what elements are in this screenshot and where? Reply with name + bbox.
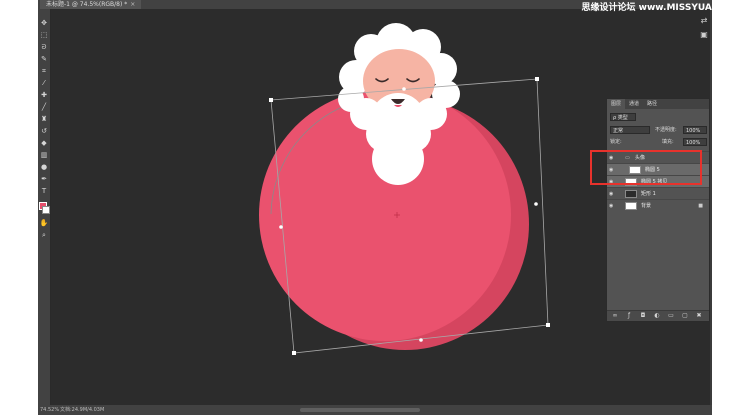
transform-handle-bottom-left[interactable] <box>292 351 296 355</box>
crop-icon[interactable]: ⌗ <box>39 67 49 76</box>
add-mask-icon[interactable]: ◘ <box>639 312 647 320</box>
transform-handle-top[interactable] <box>402 87 406 91</box>
blend-mode-select[interactable]: 正常 <box>610 126 650 134</box>
layer-filter-select[interactable]: ρ 类型 <box>610 113 636 121</box>
lock-label: 锁定: <box>610 139 622 145</box>
transform-handle-top-right[interactable] <box>535 77 539 81</box>
fill-label: 填充: <box>662 139 674 145</box>
document-tab[interactable]: 未标题-1 @ 74.5%(RGB/8) * × <box>40 0 142 9</box>
status-bar: 74.52% 文档:24.9M/4.03M <box>38 405 712 415</box>
transform-handle-bottom-right[interactable] <box>546 323 550 327</box>
opacity-label: 不透明度: <box>655 127 677 133</box>
fill-field[interactable]: 100% <box>683 138 707 146</box>
lock-fill-row: 锁定: 填充: 100% <box>607 137 709 147</box>
quick-select-icon[interactable]: ✎ <box>39 55 49 64</box>
text-icon[interactable]: T <box>39 187 49 196</box>
move-icon[interactable]: ✥ <box>39 19 49 28</box>
transform-handle-right[interactable] <box>534 202 538 206</box>
blur-icon[interactable]: ● <box>39 163 49 172</box>
fx-icon[interactable]: ƒ <box>625 312 633 320</box>
layer-thumbnail <box>625 190 637 198</box>
layers-panel-footer: ∞ ƒ ◘ ◐ ▭ ▢ ✖ <box>607 310 709 321</box>
eyedropper-icon[interactable]: ⁄ <box>39 79 49 88</box>
document-info[interactable]: 文档:24.9M/4.03M <box>60 405 104 415</box>
transform-handle-left[interactable] <box>279 225 283 229</box>
transform-handle-top-left[interactable] <box>269 98 273 102</box>
adjustment-layer-icon[interactable]: ◐ <box>653 312 661 320</box>
healing-brush-icon[interactable]: ✚ <box>39 91 49 100</box>
lasso-icon[interactable]: ᘐ <box>39 43 49 52</box>
watermark-text: 思缘设计论坛 www.MISSYUAN.COM <box>581 3 746 13</box>
layers-panel: 图层 通道 路径 ρ 类型 正常 不透明度: 100% 锁定: 填充: 100%… <box>606 98 710 322</box>
brush-icon[interactable]: ╱ <box>39 103 49 112</box>
layer-row-background[interactable]: ◉ 背景 ■ <box>607 199 709 212</box>
eraser-icon[interactable]: ◆ <box>39 139 49 148</box>
layer-name: 背景 <box>641 203 652 209</box>
properties-icon[interactable]: ▣ <box>699 30 709 40</box>
link-layers-icon[interactable]: ∞ <box>611 312 619 320</box>
background-color-swatch[interactable] <box>42 206 50 214</box>
panel-icon-strip: ⇄ ▣ <box>699 16 709 76</box>
gradient-icon[interactable]: ▥ <box>39 151 49 160</box>
layer-thumbnail <box>625 202 637 210</box>
opacity-field[interactable]: 100% <box>683 126 707 134</box>
document-tab-title: 未标题-1 @ 74.5%(RGB/8) * <box>46 1 128 8</box>
horizontal-scrollbar[interactable] <box>300 408 420 412</box>
expand-panels-icon[interactable]: ⇄ <box>699 16 709 26</box>
eye-icon[interactable]: ◉ <box>609 200 615 212</box>
layer-highlight-box <box>590 150 702 185</box>
history-brush-icon[interactable]: ↺ <box>39 127 49 136</box>
new-group-icon[interactable]: ▭ <box>667 312 675 320</box>
new-layer-icon[interactable]: ▢ <box>681 312 689 320</box>
transform-handle-bottom[interactable] <box>419 338 423 342</box>
zoom-icon[interactable]: ⌕ <box>39 231 49 240</box>
vertical-scrollbar[interactable] <box>710 9 712 405</box>
hand-icon[interactable]: ✋ <box>39 219 49 228</box>
clone-stamp-icon[interactable]: ♜ <box>39 115 49 124</box>
close-icon[interactable]: × <box>130 1 135 8</box>
marquee-icon[interactable]: ⬚ <box>39 31 49 40</box>
tools-panel: ✥ ⬚ ᘐ ✎ ⌗ ⁄ ✚ ╱ ♜ ↺ ◆ ▥ ● ✒ T ✋ ⌕ <box>38 9 51 405</box>
zoom-level[interactable]: 74.52% <box>40 405 59 415</box>
layers-panel-tabs: 图层 通道 路径 <box>607 99 709 109</box>
photoshop-window: 未标题-1 @ 74.5%(RGB/8) * × ✥ ⬚ ᘐ ✎ ⌗ ⁄ ✚ ╱ … <box>38 0 712 415</box>
tab-channels[interactable]: 通道 <box>625 99 643 109</box>
pen-icon[interactable]: ✒ <box>39 175 49 184</box>
tab-paths[interactable]: 路径 <box>643 99 661 109</box>
layer-filter-row: ρ 类型 <box>607 112 709 122</box>
blend-opacity-row: 正常 不透明度: 100% <box>607 125 709 135</box>
trash-icon[interactable]: ✖ <box>695 312 703 320</box>
tab-layers[interactable]: 图层 <box>607 99 626 109</box>
lock-icon: ■ <box>698 203 703 209</box>
